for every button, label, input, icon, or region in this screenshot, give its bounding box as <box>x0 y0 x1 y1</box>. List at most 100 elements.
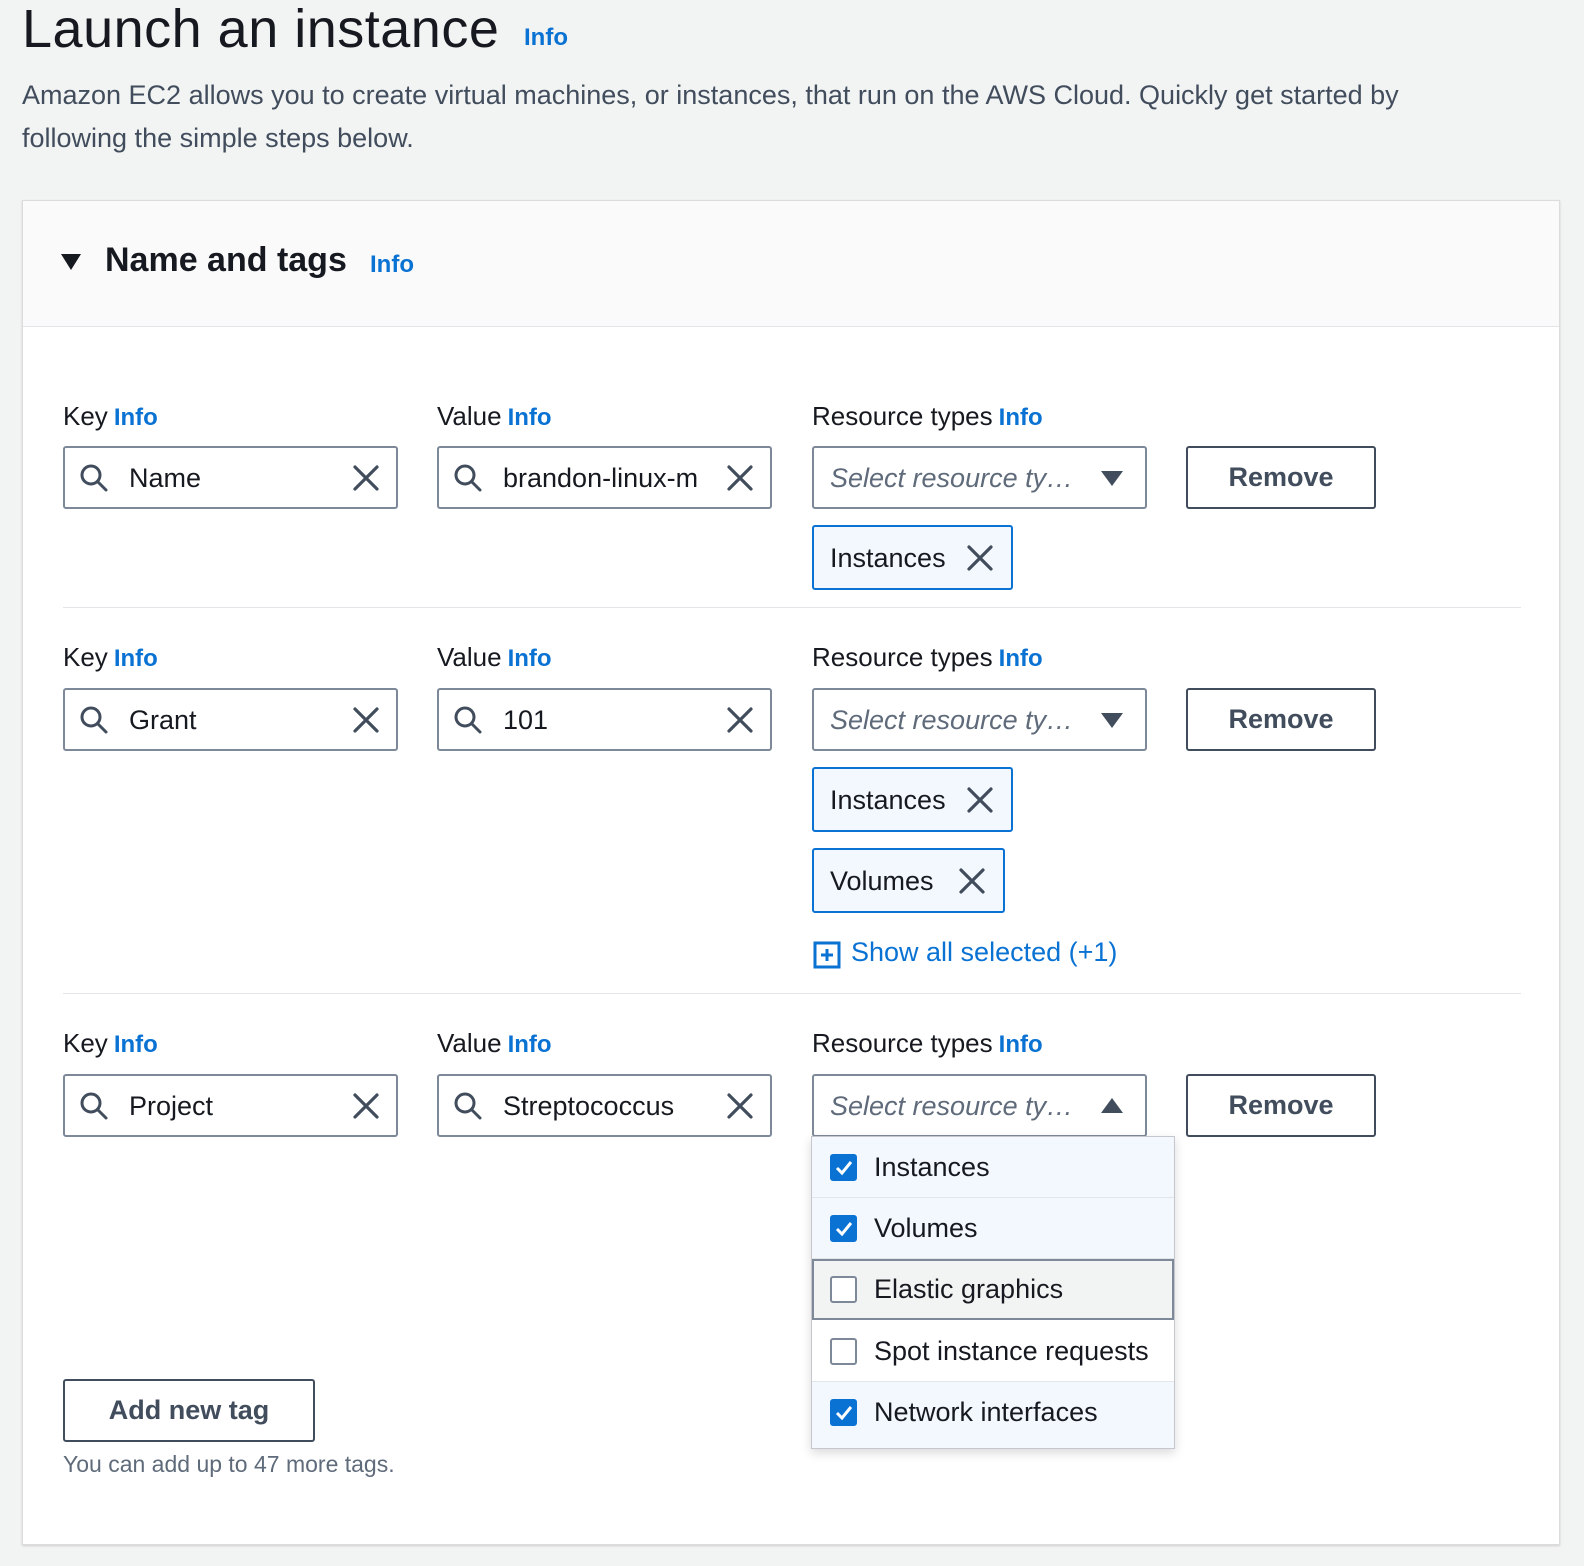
resource-token-label: Instances <box>830 543 946 573</box>
section-title: Name and tags <box>105 241 347 279</box>
tag-value-input[interactable]: Streptococcus <box>437 1074 772 1137</box>
clear-icon[interactable] <box>352 706 380 734</box>
page-description: Amazon EC2 allows you to create virtual … <box>22 80 1399 153</box>
section-info-link[interactable]: Info <box>370 251 414 279</box>
option-label: Spot instance requests <box>874 1336 1149 1366</box>
tag-key-value: Project <box>129 1091 214 1121</box>
value-info-link[interactable]: Info <box>508 1031 552 1058</box>
check-icon <box>835 1406 853 1421</box>
key-info-link[interactable]: Info <box>114 645 158 672</box>
remove-tag-button[interactable]: Remove <box>1186 1074 1376 1137</box>
value-label: Value Info <box>437 642 552 673</box>
dismiss-icon[interactable] <box>958 867 986 895</box>
checkbox[interactable] <box>830 1276 857 1303</box>
check-icon <box>835 1161 853 1176</box>
remove-tag-button[interactable]: Remove <box>1186 688 1376 751</box>
option-label: Network interfaces <box>874 1397 1098 1427</box>
search-icon <box>80 464 108 492</box>
value-label-text: Value <box>437 642 502 672</box>
tag-value-value: brandon-linux-m <box>503 463 699 493</box>
resource-token: Instances <box>812 525 1013 590</box>
clear-icon[interactable] <box>726 1092 754 1120</box>
panel-header[interactable]: Name and tags Info <box>23 201 1559 327</box>
page-info-link[interactable]: Info <box>524 24 568 52</box>
resource-types-select[interactable]: Select resource ty… <box>812 688 1147 751</box>
key-label: Key Info <box>63 642 158 673</box>
value-label-text: Value <box>437 1028 502 1058</box>
add-new-tag-button[interactable]: Add new tag <box>63 1379 315 1442</box>
resource-token-label: Volumes <box>830 866 934 896</box>
caret-up-icon <box>1101 1098 1123 1113</box>
dropdown-option-instances[interactable]: Instances <box>812 1137 1174 1198</box>
dropdown-option-elastic-graphics[interactable]: Elastic graphics <box>812 1259 1174 1320</box>
resource-types-placeholder: Select resource ty… <box>830 463 1074 493</box>
resource-types-select[interactable]: Select resource ty… <box>812 1074 1147 1137</box>
clear-icon[interactable] <box>352 1092 380 1120</box>
tag-value-value: 101 <box>503 705 549 735</box>
search-icon <box>454 464 482 492</box>
resource-types-info-link[interactable]: Info <box>999 1031 1043 1058</box>
key-label-text: Key <box>63 642 108 672</box>
tag-key-input[interactable]: Project <box>63 1074 398 1137</box>
dropdown-option-network-interfaces[interactable]: Network interfaces <box>812 1382 1174 1448</box>
resource-types-label-text: Resource types <box>812 1028 993 1058</box>
option-label: Instances <box>874 1152 990 1182</box>
resource-token: Volumes <box>812 848 1005 913</box>
checkbox[interactable] <box>830 1215 857 1242</box>
caret-down-icon <box>1101 713 1123 728</box>
tag-key-input[interactable]: Name <box>63 446 398 509</box>
expand-icon <box>813 941 841 969</box>
checkbox[interactable] <box>830 1399 857 1426</box>
key-info-link[interactable]: Info <box>114 404 158 431</box>
search-icon <box>80 706 108 734</box>
resource-types-select[interactable]: Select resource ty… <box>812 446 1147 509</box>
value-label-text: Value <box>437 401 502 431</box>
key-label-text: Key <box>63 1028 108 1058</box>
checkbox[interactable] <box>830 1338 857 1365</box>
clear-icon[interactable] <box>726 706 754 734</box>
resource-types-label-text: Resource types <box>812 642 993 672</box>
resource-types-label: Resource types Info <box>812 642 1043 673</box>
tag-key-value: Name <box>129 463 202 493</box>
value-label: Value Info <box>437 1028 552 1059</box>
tag-key-value: Grant <box>129 705 197 735</box>
row-divider <box>63 993 1521 994</box>
row-divider <box>63 607 1521 608</box>
key-info-link[interactable]: Info <box>114 1031 158 1058</box>
resource-types-label: Resource types Info <box>812 401 1043 432</box>
option-label: Elastic graphics <box>874 1274 1064 1304</box>
tag-key-input[interactable]: Grant <box>63 688 398 751</box>
name-and-tags-panel: Name and tags Info Key Info Value Info Res… <box>22 200 1560 1545</box>
caret-down-icon <box>1101 471 1123 486</box>
key-label-text: Key <box>63 401 108 431</box>
tag-value-input[interactable]: 101 <box>437 688 772 751</box>
tag-value-input[interactable]: brandon-linux-m <box>437 446 772 509</box>
check-icon <box>835 1222 853 1237</box>
dropdown-option-spot-instance-requests[interactable]: Spot instance requests <box>812 1321 1174 1382</box>
resource-types-dropdown: Instances Volumes Elastic graphics Spot … <box>811 1136 1175 1449</box>
search-icon <box>454 1092 482 1120</box>
dropdown-option-volumes[interactable]: Volumes <box>812 1198 1174 1259</box>
show-all-selected-text: Show all selected (+1) <box>851 937 1118 967</box>
page-title: Launch an instance <box>22 0 500 59</box>
tag-limit-text: You can add up to 47 more tags. <box>63 1451 395 1477</box>
resource-types-info-link[interactable]: Info <box>999 645 1043 672</box>
tag-value-value: Streptococcus <box>503 1091 675 1121</box>
resource-types-label-text: Resource types <box>812 401 993 431</box>
clear-icon[interactable] <box>352 464 380 492</box>
resource-token-label: Instances <box>830 785 946 815</box>
value-info-link[interactable]: Info <box>508 645 552 672</box>
resource-types-placeholder: Select resource ty… <box>830 1091 1074 1121</box>
dismiss-icon[interactable] <box>966 786 994 814</box>
resource-types-info-link[interactable]: Info <box>999 404 1043 431</box>
search-icon <box>80 1092 108 1120</box>
option-label: Volumes <box>874 1213 978 1243</box>
resource-types-placeholder: Select resource ty… <box>830 705 1074 735</box>
checkbox[interactable] <box>830 1154 857 1181</box>
dismiss-icon[interactable] <box>966 544 994 572</box>
caret-down-icon[interactable] <box>61 254 81 270</box>
key-label: Key Info <box>63 401 158 432</box>
remove-tag-button[interactable]: Remove <box>1186 446 1376 509</box>
clear-icon[interactable] <box>726 464 754 492</box>
value-info-link[interactable]: Info <box>508 404 552 431</box>
